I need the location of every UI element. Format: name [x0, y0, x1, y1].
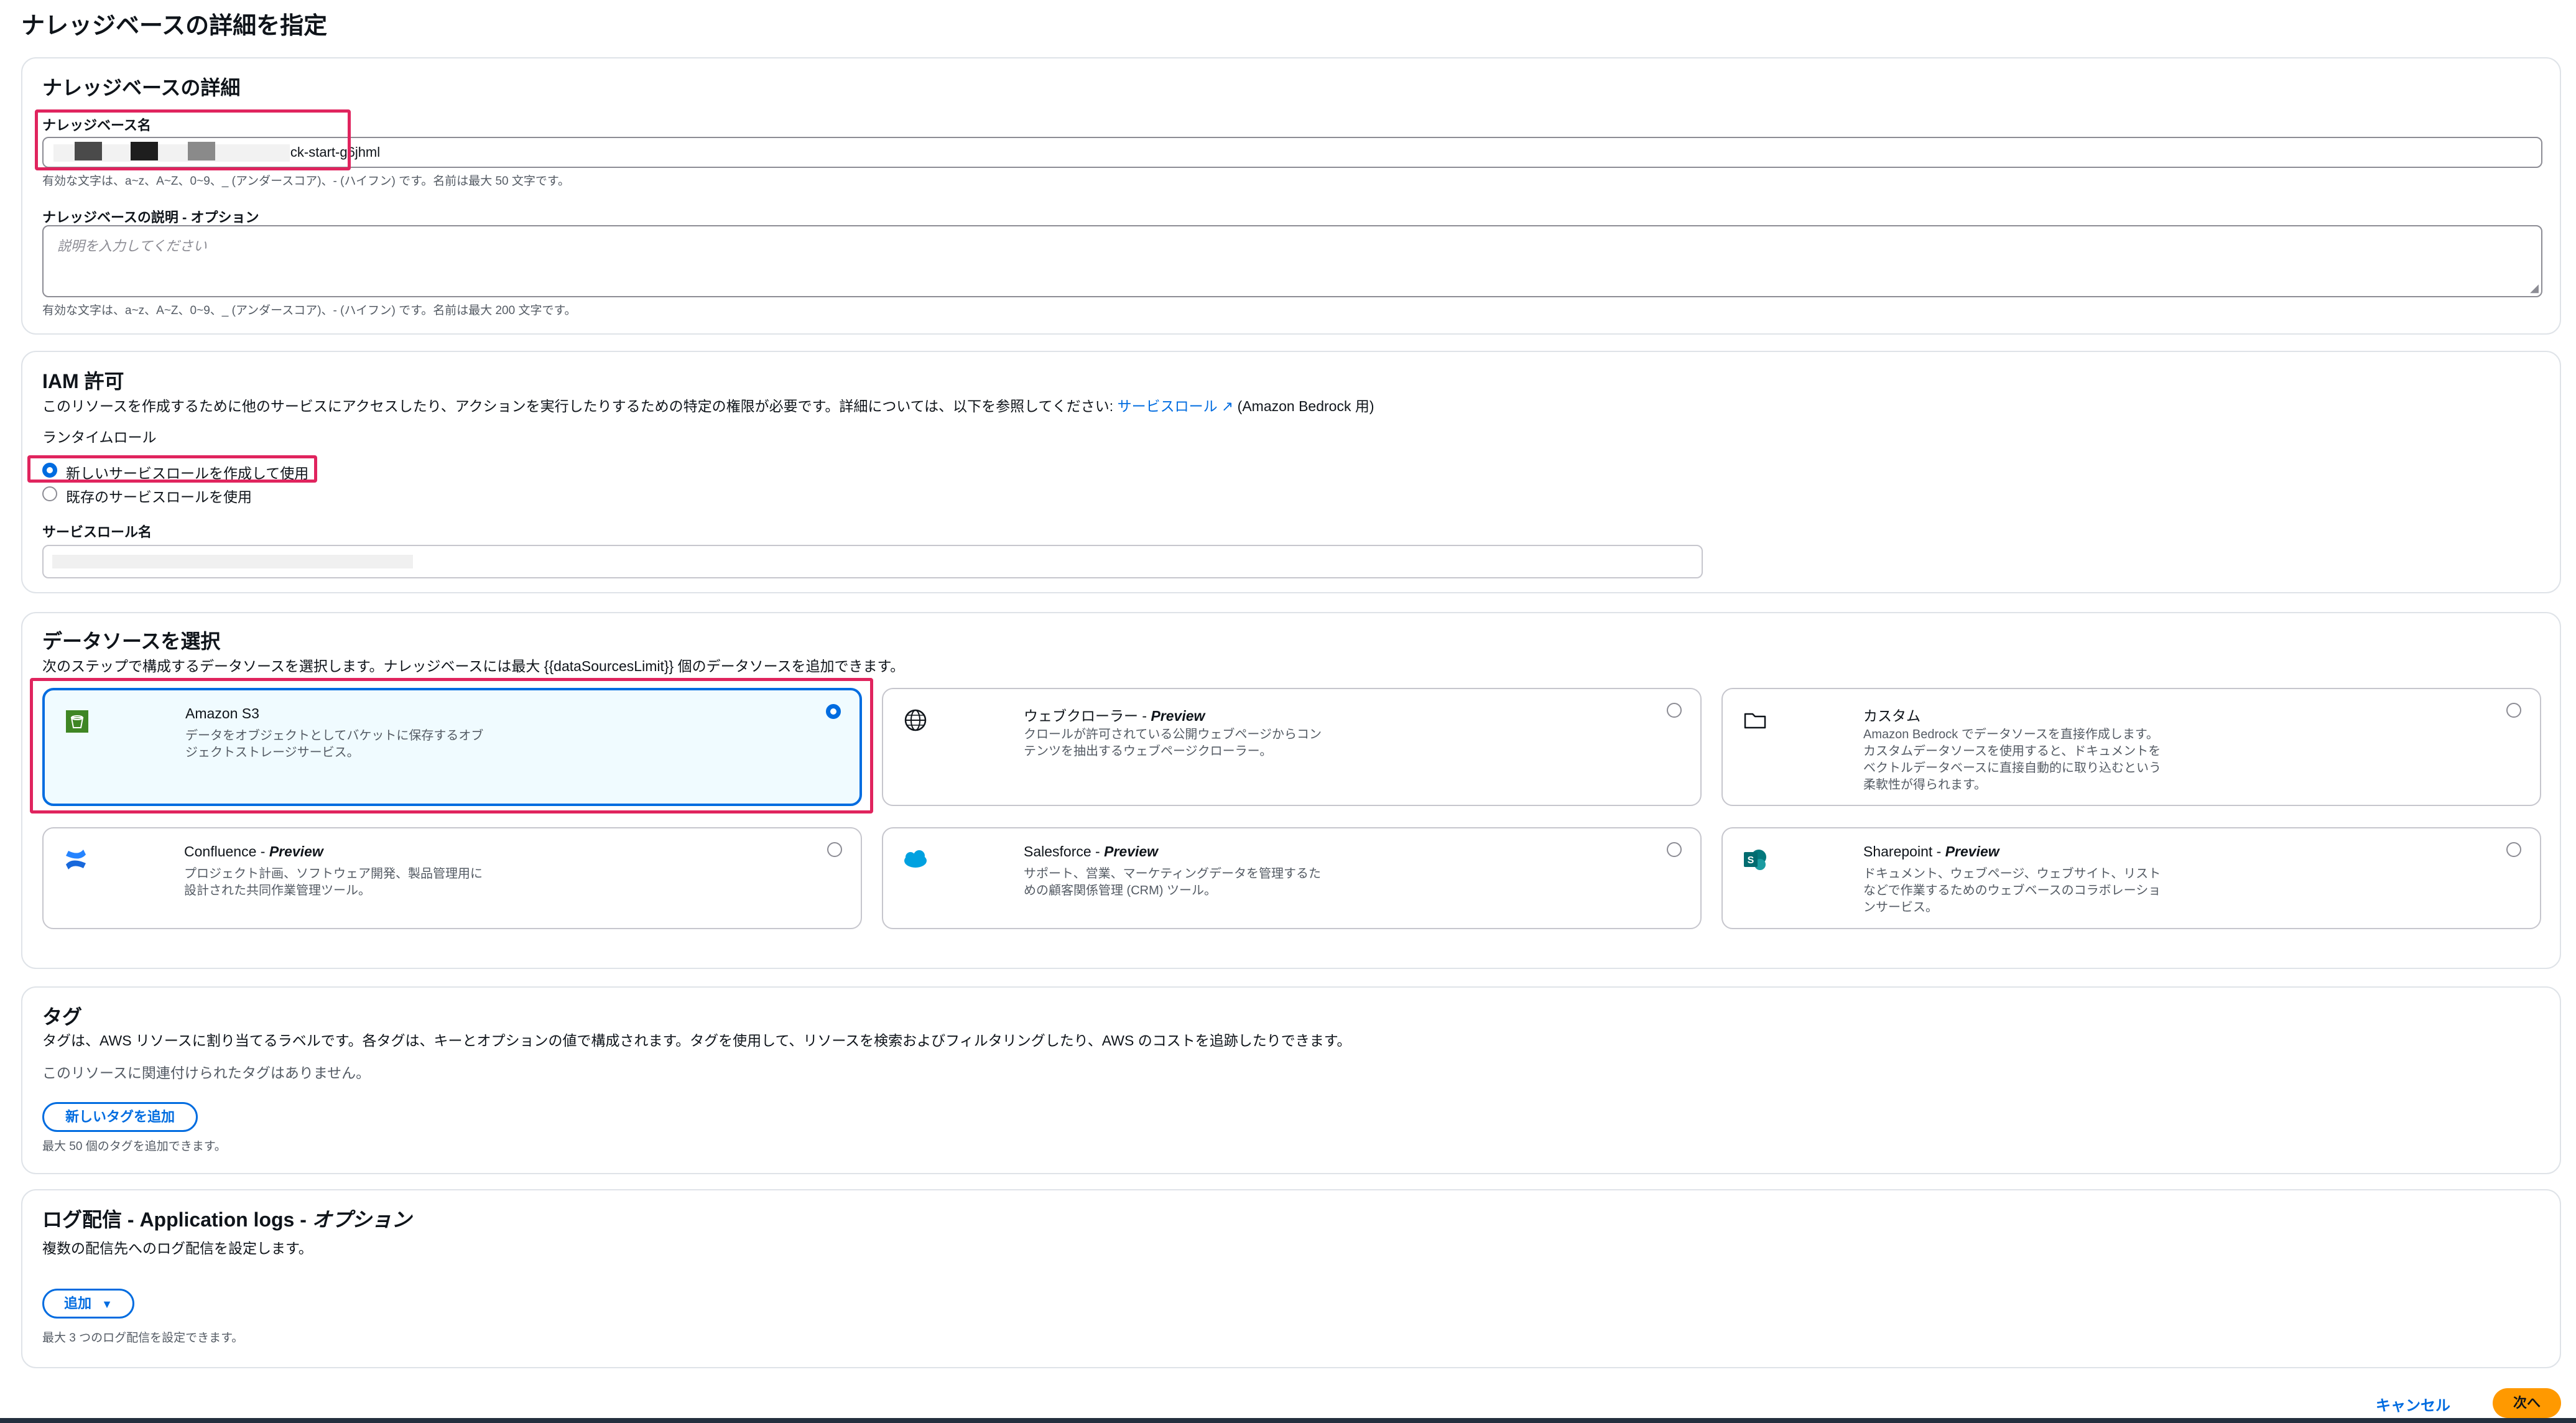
kb-desc-textarea[interactable]: 説明を入力してください ◢: [42, 225, 2542, 297]
tags-description: タグは、AWS リソースに割り当てるラベルです。各タグは、キーとオプションの値で…: [42, 1032, 1351, 1049]
kb-details-heading: ナレッジベースの詳細: [42, 76, 241, 99]
card-desc: サポート、営業、マーケティングデータを管理するための顧客関係管理 (CRM) ツ…: [1024, 867, 1321, 897]
kb-desc-hint: 有効な文字は、a~z、A~Z、0~9、_ (アンダースコア)、- (ハイフン) …: [42, 304, 577, 317]
logs-limit-hint: 最大 3 つのログ配信を設定できます。: [42, 1332, 244, 1345]
next-button[interactable]: 次へ: [2493, 1388, 2561, 1418]
globe-icon: [902, 707, 929, 734]
datasource-card-salesforce[interactable]: Salesforce - Preview サポート、営業、マーケティングデータを…: [882, 827, 1702, 929]
logs-panel: ログ配信 - Application logs - オプション 複数の配信先への…: [21, 1189, 2561, 1368]
card-radio[interactable]: [827, 842, 842, 857]
tags-panel: タグ タグは、AWS リソースに割り当てるラベルです。各タグは、キーとオプション…: [21, 986, 2561, 1174]
card-title: カスタム: [1863, 708, 1920, 724]
kb-name-highlight: [35, 109, 351, 170]
datasource-card-custom[interactable]: カスタム Amazon Bedrock でデータソースを直接作成します。カスタム…: [1721, 688, 2541, 806]
add-log-button[interactable]: 追加 ▼: [42, 1289, 134, 1319]
caret-down-icon: ▼: [101, 1298, 113, 1310]
svg-text:S: S: [1748, 855, 1754, 866]
logs-heading: ログ配信 - Application logs - オプション: [42, 1208, 412, 1231]
card-title: Salesforce - Preview: [1024, 843, 1159, 860]
service-role-label: サービスロール名: [42, 524, 152, 540]
tags-limit-hint: 最大 50 個のタグを追加できます。: [42, 1140, 226, 1153]
card-desc: クロールが許可されている公開ウェブページからコンテンツを抽出するウェブページクロ…: [1024, 728, 1322, 758]
bottom-edge: [0, 1418, 2576, 1423]
sharepoint-icon: S: [1741, 846, 1769, 873]
datasource-card-confluence[interactable]: Confluence - Preview プロジェクト計画、ソフトウェア開発、製…: [42, 827, 862, 929]
card-desc: プロジェクト計画、ソフトウェア開発、製品管理用に設計された共同作業管理ツール。: [184, 867, 483, 897]
service-role-link[interactable]: サービスロール: [1118, 398, 1218, 414]
resize-handle-icon[interactable]: ◢: [2530, 282, 2539, 295]
card-radio[interactable]: [1667, 703, 1682, 718]
redaction-mask: [52, 555, 413, 568]
amazon-s3-highlight: [30, 678, 873, 813]
datasource-heading: データソースを選択: [42, 630, 221, 652]
card-radio[interactable]: [2506, 703, 2521, 718]
new-role-highlight: [27, 455, 317, 483]
datasource-description: 次のステップで構成するデータソースを選択します。ナレッジベースには最大 {{da…: [42, 658, 905, 674]
datasource-card-sharepoint[interactable]: S Sharepoint - Preview ドキュメント、ウェブページ、ウェブ…: [1721, 827, 2541, 929]
card-title: Sharepoint - Preview: [1863, 843, 1999, 860]
service-role-input[interactable]: [42, 545, 1703, 578]
kb-details-panel: ナレッジベースの詳細 ナレッジベース名 knowledge-base-quick…: [21, 57, 2561, 335]
radio-existing-role[interactable]: [42, 486, 57, 501]
logs-description: 複数の配信先へのログ配信を設定します。: [42, 1240, 313, 1256]
datasource-card-web-crawler[interactable]: ウェブクローラー - Preview クロールが許可されている公開ウェブページか…: [882, 688, 1702, 806]
kb-desc-label: ナレッジベースの説明 - オプション: [42, 210, 259, 225]
card-desc: Amazon Bedrock でデータソースを直接作成します。カスタムデータソー…: [1863, 728, 2161, 792]
kb-desc-placeholder: 説明を入力してください: [57, 238, 207, 254]
runtime-role-label: ランタイムロール: [42, 429, 157, 445]
confluence-icon: [62, 846, 90, 873]
kb-name-hint: 有効な文字は、a~z、A~Z、0~9、_ (アンダースコア)、- (ハイフン) …: [42, 175, 570, 188]
card-radio[interactable]: [1667, 842, 1682, 857]
add-tag-button[interactable]: 新しいタグを追加: [42, 1102, 198, 1132]
salesforce-icon: [902, 846, 929, 873]
datasource-panel: データソースを選択 次のステップで構成するデータソースを選択します。ナレッジベー…: [21, 612, 2561, 969]
page-title: ナレッジベースの詳細を指定: [21, 13, 328, 39]
iam-description: このリソースを作成するために他のサービスにアクセスしたり、アクションを実行したり…: [42, 398, 1374, 414]
tags-heading: タグ: [42, 1006, 83, 1028]
card-title: Confluence - Preview: [184, 843, 323, 860]
card-desc: ドキュメント、ウェブページ、ウェブサイト、リストなどで作業するためのウェブベース…: [1863, 867, 2161, 914]
external-link-icon: ↗: [1221, 398, 1234, 414]
tags-empty: このリソースに関連付けられたタグはありません。: [42, 1065, 371, 1081]
card-title: ウェブクローラー - Preview: [1024, 708, 1205, 724]
iam-panel: IAM 許可 このリソースを作成するために他のサービスにアクセスしたり、アクショ…: [21, 351, 2561, 593]
folder-icon: [1741, 707, 1769, 734]
card-radio[interactable]: [2506, 842, 2521, 857]
radio-existing-role-label[interactable]: 既存のサービスロールを使用: [66, 485, 252, 506]
kb-name-input[interactable]: knowledge-base-quick-start-g6jhml: [42, 137, 2542, 168]
iam-heading: IAM 許可: [42, 370, 124, 392]
cancel-button[interactable]: キャンセル: [2376, 1393, 2450, 1415]
